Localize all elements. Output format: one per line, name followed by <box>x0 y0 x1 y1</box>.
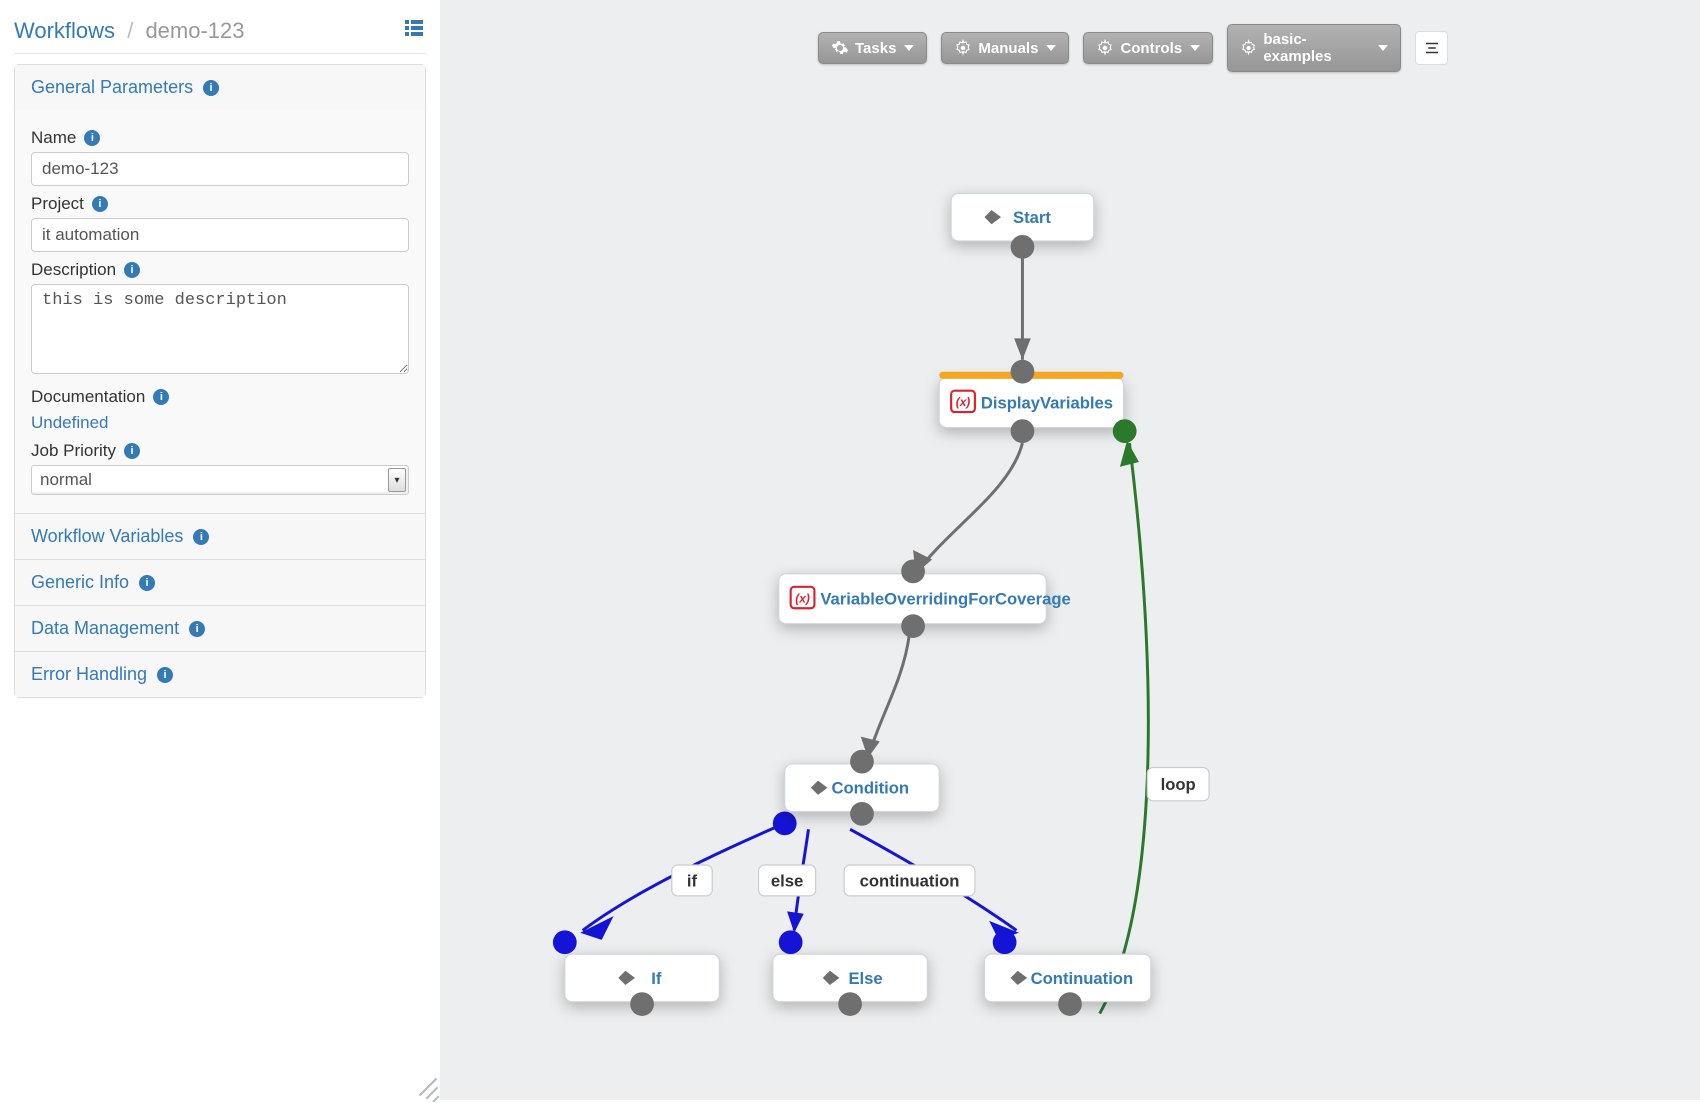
svg-text:Else: Else <box>848 969 882 988</box>
svg-text:Start: Start <box>1013 208 1051 227</box>
job-priority-value: normal <box>31 465 409 495</box>
manuals-dropdown[interactable]: Manuals <box>941 32 1069 64</box>
gear-icon <box>1096 39 1114 57</box>
svg-text:Condition: Condition <box>832 779 910 798</box>
breadcrumb-row: Workflows / demo-123 <box>14 16 426 54</box>
section-workflow-variables: Workflow Variables i <box>15 514 425 560</box>
svg-text:VariableOverridingForCoverage: VariableOverridingForCoverage <box>820 590 1070 609</box>
svg-text:else: else <box>771 871 803 890</box>
layout-icon <box>1423 39 1441 57</box>
svg-text:(x): (x) <box>795 591 810 605</box>
breadcrumb-separator: / <box>121 18 139 43</box>
section-general-parameters: General Parameters i Name i Project i <box>15 65 425 514</box>
info-icon[interactable]: i <box>124 262 140 278</box>
info-icon[interactable]: i <box>124 443 140 459</box>
label-job-priority: Job Priority i <box>31 441 409 461</box>
node-if[interactable]: If <box>553 930 719 1016</box>
label-description: Description i <box>31 260 409 280</box>
layout-button[interactable] <box>1415 31 1448 65</box>
section-header-generic-info[interactable]: Generic Info i <box>15 560 425 605</box>
node-else[interactable]: Else <box>773 930 928 1016</box>
name-input[interactable] <box>31 152 409 186</box>
node-start[interactable]: Start <box>951 193 1094 258</box>
label-name: Name i <box>31 128 409 148</box>
chevron-down-icon <box>1046 45 1056 51</box>
svg-text:continuation: continuation <box>860 871 960 890</box>
section-header-general-parameters[interactable]: General Parameters i <box>15 65 425 110</box>
section-error-handling: Error Handling i <box>15 652 425 697</box>
chevron-down-icon <box>904 45 914 51</box>
node-display-variables[interactable]: (x) DisplayVariables <box>939 360 1136 443</box>
info-icon[interactable]: i <box>203 80 219 96</box>
general-parameters-body: Name i Project i Description i this is s… <box>15 110 425 513</box>
section-header-data-management[interactable]: Data Management i <box>15 606 425 651</box>
chevron-down-icon <box>1378 45 1388 51</box>
gear-icon <box>1240 39 1257 57</box>
svg-text:If: If <box>651 969 662 988</box>
edge-label-loop: loop <box>1147 768 1209 801</box>
info-icon[interactable]: i <box>92 196 108 212</box>
info-icon[interactable]: i <box>193 529 209 545</box>
documentation-link[interactable]: Undefined <box>31 413 109 433</box>
canvas-toolbar: Tasks Manuals Controls basic-examples <box>818 24 1448 72</box>
branch-label-else: else <box>759 865 816 896</box>
list-view-icon[interactable] <box>402 16 426 45</box>
svg-text:Continuation: Continuation <box>1031 969 1134 988</box>
workflow-graph[interactable]: Start (x) DisplayVariables (x) VariableO… <box>440 0 1700 1100</box>
tasks-dropdown[interactable]: Tasks <box>818 32 927 64</box>
svg-text:(x): (x) <box>956 395 971 409</box>
label-project: Project i <box>31 194 409 214</box>
properties-panel: Workflows / demo-123 General Parameters … <box>0 0 440 1100</box>
svg-text:if: if <box>687 871 698 890</box>
properties-accordion: General Parameters i Name i Project i <box>14 64 426 698</box>
label-documentation: Documentation i <box>31 387 409 407</box>
info-icon[interactable]: i <box>139 575 155 591</box>
svg-text:loop: loop <box>1161 775 1196 794</box>
palette-dropdown[interactable]: basic-examples <box>1227 24 1401 72</box>
breadcrumb-root-link[interactable]: Workflows <box>14 18 115 43</box>
info-icon[interactable]: i <box>84 130 100 146</box>
section-generic-info: Generic Info i <box>15 560 425 606</box>
svg-text:DisplayVariables: DisplayVariables <box>981 394 1113 413</box>
section-header-error-handling[interactable]: Error Handling i <box>15 652 425 697</box>
info-icon[interactable]: i <box>157 667 173 683</box>
resize-grip-icon[interactable] <box>410 1072 436 1098</box>
job-priority-select[interactable]: normal ▾ <box>31 465 409 495</box>
info-icon[interactable]: i <box>189 621 205 637</box>
node-variable-overriding[interactable]: (x) VariableOverridingForCoverage <box>779 560 1071 638</box>
section-header-workflow-variables[interactable]: Workflow Variables i <box>15 514 425 559</box>
chevron-down-icon[interactable]: ▾ <box>388 468 406 492</box>
breadcrumb: Workflows / demo-123 <box>14 18 245 44</box>
section-title: General Parameters <box>31 77 193 98</box>
gear-icon <box>954 39 972 57</box>
breadcrumb-current: demo-123 <box>145 18 244 43</box>
workflow-canvas[interactable]: Tasks Manuals Controls basic-examples <box>440 0 1700 1100</box>
chevron-down-icon <box>1190 45 1200 51</box>
gear-icon <box>831 39 849 57</box>
description-textarea[interactable]: this is some description <box>31 284 409 374</box>
node-condition[interactable]: Condition <box>785 750 940 826</box>
section-data-management: Data Management i <box>15 606 425 652</box>
controls-dropdown[interactable]: Controls <box>1083 32 1213 64</box>
project-input[interactable] <box>31 218 409 252</box>
branch-label-if: if <box>672 865 712 896</box>
branch-label-continuation: continuation <box>844 865 975 896</box>
info-icon[interactable]: i <box>153 389 169 405</box>
